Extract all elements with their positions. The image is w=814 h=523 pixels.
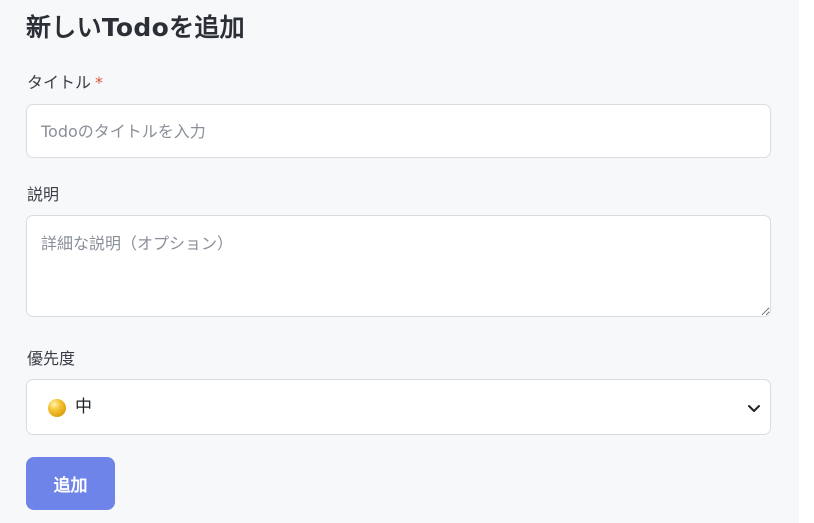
yellow-circle-icon <box>48 399 66 417</box>
priority-label: 優先度 <box>27 349 76 368</box>
priority-select[interactable]: 中 <box>26 379 771 435</box>
description-textarea[interactable] <box>26 215 771 317</box>
title-label-text: タイトル <box>27 73 92 92</box>
add-todo-panel: 新しいTodoを追加 タイトル* 説明 優先度 中 追加 <box>0 0 799 523</box>
title-label: タイトル * <box>27 73 103 93</box>
required-mark: * <box>95 73 104 92</box>
description-label: 説明 <box>27 185 60 204</box>
chevron-down-icon <box>748 405 760 412</box>
form-heading: 新しいTodoを追加 <box>26 13 245 42</box>
title-input[interactable] <box>26 104 771 158</box>
priority-selected-value: 中 <box>75 397 92 417</box>
add-button[interactable]: 追加 <box>26 457 115 510</box>
